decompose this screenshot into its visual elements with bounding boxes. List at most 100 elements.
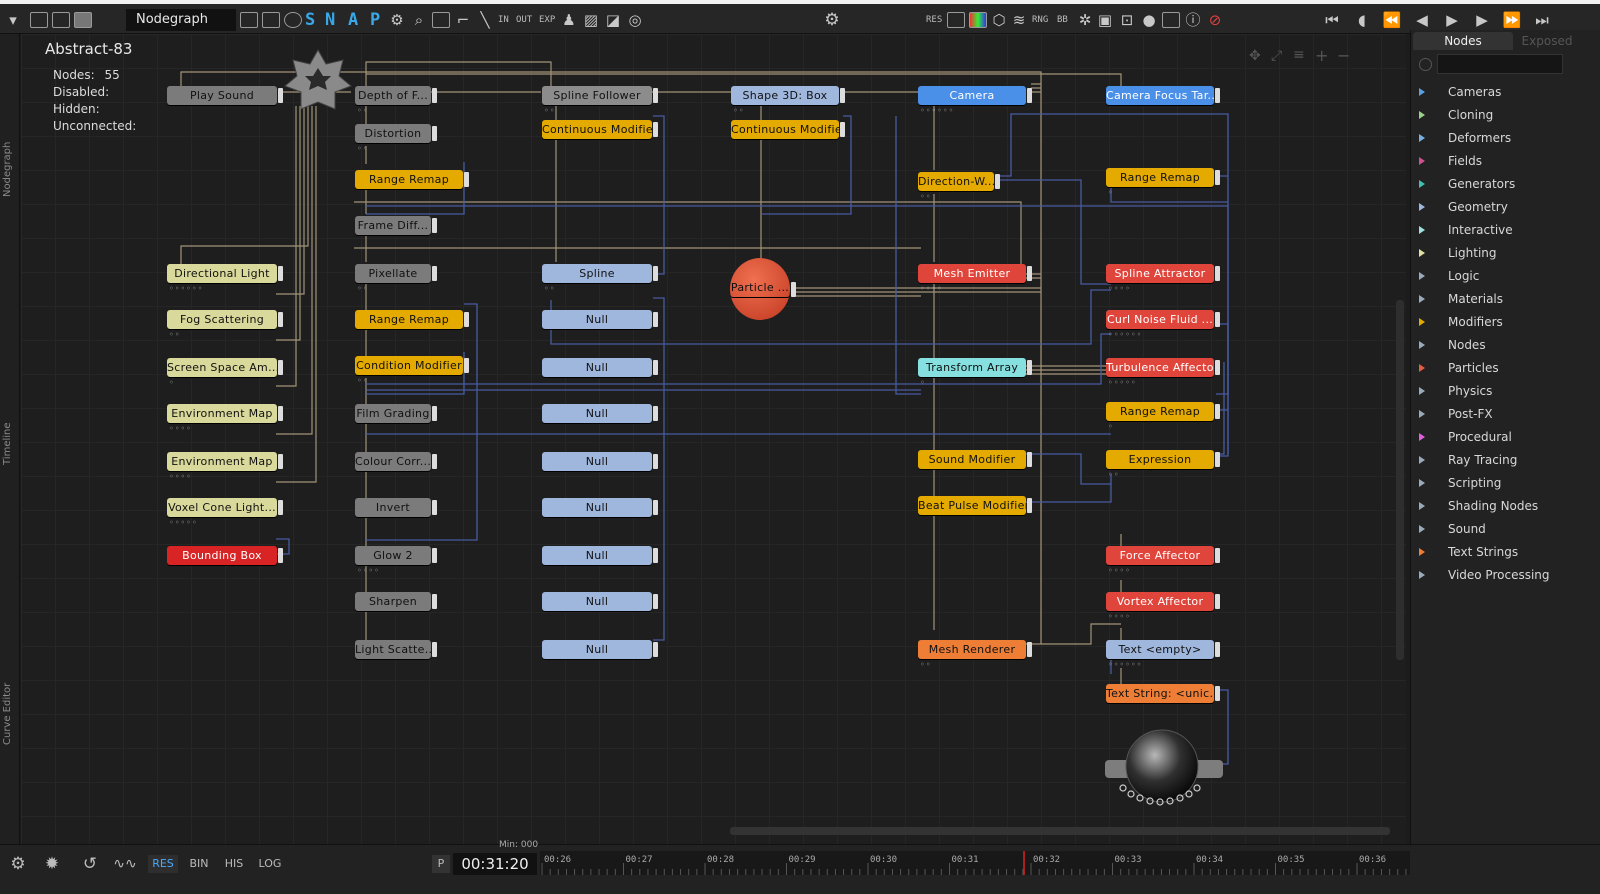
expand-triangle-icon[interactable] <box>1419 88 1425 96</box>
node-input-ports[interactable]: ◦◦ <box>920 192 931 201</box>
auto-icon[interactable] <box>284 12 302 28</box>
graph-node[interactable]: Null <box>542 310 658 342</box>
node-output-port[interactable] <box>432 454 437 469</box>
node-output-port[interactable] <box>1215 404 1220 419</box>
category-item[interactable]: Lighting <box>1419 243 1589 263</box>
graph-node[interactable]: Turbulence Affector ◦◦◦◦◦ <box>1106 358 1220 390</box>
horizontal-scrollbar[interactable] <box>730 827 1390 835</box>
graph-node[interactable]: Spline ◦◦ <box>542 264 658 296</box>
system-gear-icon[interactable]: ✹ <box>40 855 64 873</box>
node-search-input[interactable] <box>1437 54 1563 74</box>
node-output-port[interactable] <box>840 122 845 137</box>
node-output-port[interactable] <box>791 282 796 297</box>
expand-triangle-icon[interactable] <box>1419 203 1425 211</box>
node-input-ports[interactable]: ◦◦◦◦ <box>169 472 192 481</box>
graph-node[interactable]: Environment Map ◦◦◦◦ <box>167 404 283 436</box>
exp-toggle[interactable]: EXP <box>539 15 555 25</box>
category-item[interactable]: Cameras <box>1419 82 1589 102</box>
wire-square-icon[interactable]: ⌐ <box>454 10 472 30</box>
node-output-port[interactable] <box>653 88 658 103</box>
bin-button[interactable]: BIN <box>184 855 214 873</box>
snap-s-toggle[interactable]: S <box>305 10 315 30</box>
node-output-port[interactable] <box>1215 360 1220 375</box>
play-icon[interactable]: ▶ <box>1442 10 1462 30</box>
node-input-ports[interactable]: ◦◦◦◦◦◦ <box>920 106 954 115</box>
graph-node[interactable]: Expression ◦◦ <box>1106 450 1220 482</box>
graph-node[interactable]: Screen Space Am... ◦ <box>167 358 283 390</box>
category-item[interactable]: Ray Tracing <box>1419 450 1589 470</box>
node-output-port[interactable] <box>278 406 283 421</box>
skip-end-icon[interactable]: ⏭ <box>1532 10 1552 30</box>
graph-node[interactable]: Mesh Emitter ◦◦◦◦ <box>918 264 1032 296</box>
expand-triangle-icon[interactable] <box>1419 525 1425 533</box>
expand-triangle-icon[interactable] <box>1419 571 1425 579</box>
node-input-ports[interactable]: ◦◦ <box>544 284 555 293</box>
rng-toggle[interactable]: RNG <box>1032 15 1048 25</box>
rewind-icon[interactable]: ⏪ <box>1382 10 1402 30</box>
timecode-display[interactable]: 00:31:20 <box>453 853 537 875</box>
graph-node[interactable]: Glow 2 ◦◦◦◦ <box>355 546 437 578</box>
category-item[interactable]: Particles <box>1419 358 1589 378</box>
graph-node[interactable]: Pixellate ◦◦ <box>355 264 437 296</box>
node-output-port[interactable] <box>1027 360 1032 375</box>
expand-triangle-icon[interactable] <box>1419 364 1425 372</box>
graph-node[interactable]: Null <box>542 404 658 436</box>
color-channels-icon[interactable] <box>969 12 987 28</box>
group-icon[interactable] <box>240 12 258 28</box>
person-icon[interactable]: ♟ <box>560 10 578 30</box>
panel-title[interactable]: Nodegraph <box>126 9 236 31</box>
graph-node[interactable]: Spline Follower ◦◦ <box>542 86 658 118</box>
node-input-ports[interactable]: ◦◦◦◦ <box>1108 284 1131 293</box>
node-output-port[interactable] <box>464 172 469 187</box>
node-output-port[interactable] <box>432 126 437 141</box>
node-output-port[interactable] <box>432 594 437 609</box>
graph-node[interactable]: Fog Scattering ◦◦ <box>167 310 283 342</box>
node-output-port[interactable] <box>432 88 437 103</box>
box-icon[interactable]: ▣ <box>1096 10 1114 30</box>
node-output-port[interactable] <box>432 266 437 281</box>
vertical-scrollbar[interactable] <box>1396 300 1404 660</box>
expand-triangle-icon[interactable] <box>1419 387 1425 395</box>
graph-node[interactable]: Camera Focus Tar... <box>1106 86 1220 118</box>
category-item[interactable]: Physics <box>1419 381 1589 401</box>
camera-view-icon[interactable]: ⊡ <box>1118 10 1136 30</box>
node-input-ports[interactable]: ◦◦◦◦ <box>169 424 192 433</box>
node-output-port[interactable] <box>1215 452 1220 467</box>
node-output-port[interactable] <box>278 360 283 375</box>
next-frame-icon[interactable]: ▶ <box>1472 10 1492 30</box>
timeline-ruler[interactable]: 00:26 00:27 00:28 00:29 00:30 00:31 00:32 00:33… <box>540 851 1410 875</box>
window-full-icon[interactable] <box>74 12 92 28</box>
expand-triangle-icon[interactable] <box>1419 272 1425 280</box>
node-input-ports[interactable]: ◦◦ <box>169 330 180 339</box>
expand-triangle-icon[interactable] <box>1419 295 1425 303</box>
prefs-gear-icon[interactable]: ⚙ <box>6 855 30 873</box>
fast-forward-icon[interactable]: ⏩ <box>1502 10 1522 30</box>
select-box-icon[interactable] <box>432 12 450 28</box>
expand-triangle-icon[interactable] <box>1419 502 1425 510</box>
node-output-port[interactable] <box>432 218 437 233</box>
zoom-out-icon[interactable]: − <box>1337 46 1350 65</box>
tab-exposed[interactable]: Exposed <box>1507 32 1587 50</box>
undo-icon[interactable]: ↺ <box>78 855 102 873</box>
search-icon[interactable]: ⌕ <box>410 10 428 30</box>
hatch-icon[interactable]: ▨ <box>582 10 600 30</box>
node-output-port[interactable] <box>840 88 845 103</box>
play-mode-button[interactable]: P <box>432 855 450 873</box>
viewport-settings-gear-icon[interactable]: ⚙ <box>822 10 842 30</box>
graph-node[interactable]: Null <box>542 592 658 624</box>
graph-node[interactable]: Light Scatte... <box>355 640 437 672</box>
node-input-ports[interactable]: ◦◦ <box>544 106 555 115</box>
node-input-ports[interactable]: ◦◦ <box>733 106 744 115</box>
graph-node[interactable]: Film Grading <box>355 404 437 436</box>
node-input-ports[interactable]: ◦ <box>169 378 175 387</box>
circle-icon[interactable]: ◎ <box>626 10 644 30</box>
node-output-port[interactable] <box>278 454 283 469</box>
graph-node[interactable]: Voxel Cone Light... ◦◦◦◦◦ <box>167 498 283 530</box>
node-input-ports[interactable]: ◦◦◦◦ <box>1108 612 1131 621</box>
tab-nodes[interactable]: Nodes <box>1413 32 1513 50</box>
node-input-ports[interactable]: ◦◦ <box>357 284 368 293</box>
node-output-port[interactable] <box>278 500 283 515</box>
tab-curve-editor[interactable]: Curve Editor <box>2 674 18 754</box>
bb-toggle[interactable]: BB <box>1057 15 1068 25</box>
node-output-port[interactable] <box>1215 266 1220 281</box>
